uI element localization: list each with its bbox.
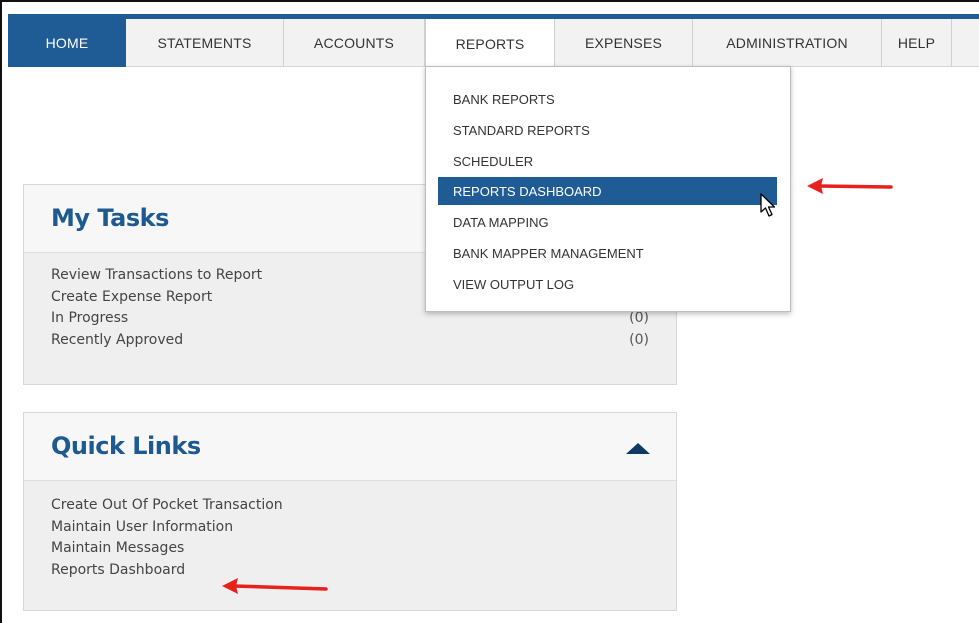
reports-dropdown-menu: BANK REPORTS STANDARD REPORTS SCHEDULER … xyxy=(425,66,791,312)
quick-link-maintain-user-info[interactable]: Maintain User Information xyxy=(51,519,233,541)
menu-item-standard-reports[interactable]: STANDARD REPORTS xyxy=(438,116,777,144)
nav-administration[interactable]: ADMINISTRATION xyxy=(693,19,882,67)
quick-links-title: Quick Links xyxy=(51,432,201,460)
task-count: (0) xyxy=(629,310,649,326)
quick-links-panel: Quick Links Create Out Of Pocket Transac… xyxy=(23,412,677,611)
menu-item-bank-mapper-management[interactable]: BANK MAPPER MANAGEMENT xyxy=(438,239,777,267)
mouse-pointer-icon xyxy=(760,193,776,217)
menu-item-view-output-log[interactable]: VIEW OUTPUT LOG xyxy=(438,270,777,298)
red-arrow-icon xyxy=(807,178,893,194)
quick-link-create-oop-transaction[interactable]: Create Out Of Pocket Transaction xyxy=(51,497,283,519)
nav-reports[interactable]: REPORTS xyxy=(425,19,555,68)
task-row: In Progress (0) xyxy=(51,310,649,332)
main-nav: HOME STATEMENTS ACCOUNTS REPORTS EXPENSE… xyxy=(8,19,979,68)
nav-help[interactable]: HELP xyxy=(882,19,952,67)
quick-links-header: Quick Links xyxy=(24,413,676,481)
list-item: Maintain Messages xyxy=(51,540,649,562)
task-row: Recently Approved (0) xyxy=(51,332,649,354)
my-tasks-title: My Tasks xyxy=(51,204,169,232)
red-arrow-icon xyxy=(222,578,328,594)
list-item: Create Out Of Pocket Transaction xyxy=(51,497,649,519)
list-item: Reports Dashboard xyxy=(51,562,649,584)
menu-item-data-mapping[interactable]: DATA MAPPING xyxy=(438,208,777,236)
nav-accounts[interactable]: ACCOUNTS xyxy=(284,19,425,67)
quick-link-maintain-messages[interactable]: Maintain Messages xyxy=(51,540,184,562)
nav-home[interactable]: HOME xyxy=(8,19,126,67)
nav-expenses[interactable]: EXPENSES xyxy=(555,19,693,67)
task-create-expense-report-link[interactable]: Create Expense Report xyxy=(51,289,212,311)
task-recently-approved-link[interactable]: Recently Approved xyxy=(51,332,183,354)
quick-links-list: Create Out Of Pocket Transaction Maintai… xyxy=(24,481,676,583)
task-count: (0) xyxy=(629,331,649,348)
menu-item-bank-reports[interactable]: BANK REPORTS xyxy=(438,85,777,113)
task-review-transactions-link[interactable]: Review Transactions to Report xyxy=(51,267,262,289)
list-item: Maintain User Information xyxy=(51,519,649,541)
menu-item-reports-dashboard[interactable]: REPORTS DASHBOARD xyxy=(438,177,777,205)
collapse-triangle-icon[interactable] xyxy=(626,443,650,454)
nav-statements[interactable]: STATEMENTS xyxy=(126,19,284,67)
task-in-progress-link[interactable]: In Progress xyxy=(51,310,128,332)
menu-item-scheduler[interactable]: SCHEDULER xyxy=(438,147,777,175)
quick-link-reports-dashboard[interactable]: Reports Dashboard xyxy=(51,562,185,584)
